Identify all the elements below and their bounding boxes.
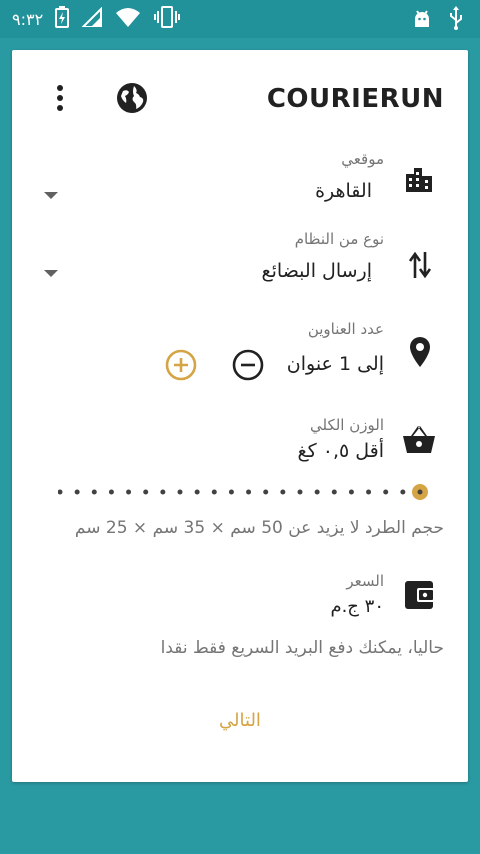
slider-tick xyxy=(263,489,269,495)
battery-charging-icon xyxy=(55,6,70,32)
location-value[interactable]: القاهرة xyxy=(315,180,372,202)
app-title: COURIERUN xyxy=(266,84,444,114)
slider-tick xyxy=(366,489,372,495)
slider-tick xyxy=(348,489,354,495)
slider-tick xyxy=(246,489,252,495)
slider-tick xyxy=(211,489,217,495)
addresses-value: إلى 1 عنوان xyxy=(286,353,384,375)
slider-tick xyxy=(194,489,200,495)
slider-tick xyxy=(126,489,132,495)
android-debug-icon xyxy=(412,7,432,33)
order-card: COURIERUN موقعي القاهرة نوع من النظام إر… xyxy=(12,50,468,782)
system-type-value[interactable]: إرسال البضائع xyxy=(262,260,372,282)
weight-slider[interactable] xyxy=(58,480,438,504)
location-dropdown-caret[interactable] xyxy=(44,192,58,199)
globe-icon[interactable] xyxy=(116,82,148,114)
slider-tick xyxy=(331,489,337,495)
swap-vertical-icon xyxy=(408,250,432,284)
slider-tick xyxy=(280,489,286,495)
price-label: السعر xyxy=(346,572,384,590)
system-type-dropdown-caret[interactable] xyxy=(44,270,58,277)
location-label: موقعي xyxy=(341,150,384,168)
city-icon xyxy=(404,164,434,196)
usb-icon xyxy=(448,6,464,34)
slider-tick xyxy=(297,489,303,495)
slider-tick xyxy=(74,489,80,495)
status-bar: ٩:٣٢ xyxy=(0,0,480,38)
slider-tick xyxy=(400,489,406,495)
slider-thumb-center xyxy=(417,489,423,495)
size-note: حجم الطرد لا يزيد عن 50 سم × 35 سم × 25 … xyxy=(74,518,444,538)
wallet-icon xyxy=(404,580,436,614)
slider-tick xyxy=(160,489,166,495)
weight-label: الوزن الكلي xyxy=(309,416,384,434)
addresses-label: عدد العناوين xyxy=(307,320,384,338)
slider-tick xyxy=(108,489,114,495)
wifi-icon xyxy=(115,7,141,31)
payment-note: حاليا، يمكنك دفع البريد السريع فقط نقدا xyxy=(160,638,444,658)
slider-tick xyxy=(177,489,183,495)
signal-icon xyxy=(80,6,103,31)
slider-tick xyxy=(228,489,234,495)
basket-icon xyxy=(402,424,436,458)
more-vert-icon[interactable] xyxy=(50,84,70,112)
decrement-button[interactable] xyxy=(231,348,265,386)
price-value: ٣٠ ج.م xyxy=(330,596,384,617)
slider-tick xyxy=(58,489,63,495)
system-type-label: نوع من النظام xyxy=(294,230,384,248)
slider-tick xyxy=(383,489,389,495)
increment-button[interactable] xyxy=(164,348,198,386)
weight-value: أقل ٠,٥ كغ xyxy=(297,440,384,462)
slider-tick xyxy=(143,489,149,495)
status-time: ٩:٣٢ xyxy=(12,9,44,29)
location-pin-icon xyxy=(408,336,432,372)
slider-tick xyxy=(91,489,97,495)
vibrate-icon xyxy=(153,6,181,32)
slider-tick xyxy=(314,489,320,495)
next-button[interactable]: التالي xyxy=(12,710,468,731)
